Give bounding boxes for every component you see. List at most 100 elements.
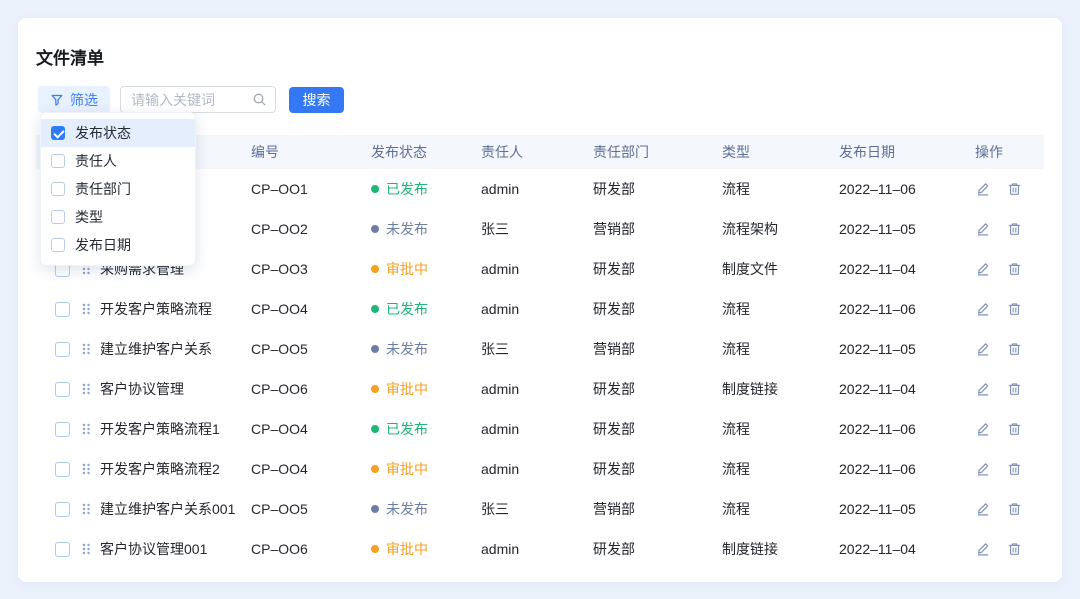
drag-handle-icon[interactable] <box>80 381 100 397</box>
edit-button[interactable] <box>975 541 991 557</box>
delete-button[interactable] <box>1007 341 1022 357</box>
file-code: CP–OO4 <box>251 421 371 437</box>
status-dot-icon <box>371 505 379 513</box>
dropdown-item[interactable]: 责任部门 <box>41 175 195 203</box>
status-dot-icon <box>371 345 379 353</box>
date-cell: 2022–11–04 <box>839 261 975 277</box>
row-checkbox[interactable] <box>55 382 70 397</box>
row-checkbox[interactable] <box>55 342 70 357</box>
file-code: CP–OO1 <box>251 181 371 197</box>
column-header-owner: 责任人 <box>481 142 593 162</box>
type-cell: 制度链接 <box>722 379 839 399</box>
owner-cell: admin <box>481 421 593 437</box>
trash-icon <box>1007 501 1022 517</box>
dropdown-checkbox[interactable] <box>51 182 65 196</box>
edit-button[interactable] <box>975 501 991 517</box>
drag-handle-icon[interactable] <box>80 541 100 557</box>
type-cell: 流程架构 <box>722 219 839 239</box>
dept-cell: 研发部 <box>593 419 722 439</box>
drag-handle-icon[interactable] <box>80 341 100 357</box>
owner-cell: admin <box>481 181 593 197</box>
delete-button[interactable] <box>1007 541 1022 557</box>
dept-cell: 研发部 <box>593 299 722 319</box>
row-checkbox[interactable] <box>55 462 70 477</box>
delete-button[interactable] <box>1007 261 1022 277</box>
filter-button[interactable]: 筛选 <box>38 86 110 113</box>
dropdown-item[interactable]: 发布日期 <box>41 231 195 259</box>
status-dot-icon <box>371 425 379 433</box>
date-cell: 2022–11–06 <box>839 421 975 437</box>
edit-button[interactable] <box>975 381 991 397</box>
row-checkbox[interactable] <box>55 302 70 317</box>
pencil-icon <box>975 301 991 317</box>
status-badge: 未发布 <box>371 339 481 359</box>
dept-cell: 研发部 <box>593 179 722 199</box>
filter-dropdown: 发布状态 责任人 责任部门 类型 发布日期 <box>40 112 196 266</box>
dropdown-checkbox[interactable] <box>51 210 65 224</box>
row-checkbox[interactable] <box>55 542 70 557</box>
pencil-icon <box>975 501 991 517</box>
owner-cell: 张三 <box>481 219 593 239</box>
type-cell: 流程 <box>722 499 839 519</box>
pencil-icon <box>975 181 991 197</box>
status-dot-icon <box>371 545 379 553</box>
status-label: 未发布 <box>386 499 428 519</box>
delete-button[interactable] <box>1007 421 1022 437</box>
dept-cell: 营销部 <box>593 219 722 239</box>
status-dot-icon <box>371 305 379 313</box>
edit-button[interactable] <box>975 261 991 277</box>
drag-handle-icon[interactable] <box>80 421 100 437</box>
drag-handle-icon[interactable] <box>80 461 100 477</box>
file-code: CP–OO3 <box>251 261 371 277</box>
status-badge: 已发布 <box>371 419 481 439</box>
edit-button[interactable] <box>975 301 991 317</box>
status-label: 已发布 <box>386 419 428 439</box>
dept-cell: 研发部 <box>593 259 722 279</box>
dropdown-item[interactable]: 责任人 <box>41 147 195 175</box>
edit-button[interactable] <box>975 181 991 197</box>
dropdown-checkbox[interactable] <box>51 126 65 140</box>
trash-icon <box>1007 421 1022 437</box>
search-button[interactable]: 搜索 <box>289 87 344 113</box>
trash-icon <box>1007 181 1022 197</box>
dropdown-item-label: 类型 <box>75 207 103 227</box>
search-icon <box>252 92 267 107</box>
pencil-icon <box>975 461 991 477</box>
table-row: 建立维护客户关系001 CP–OO5 未发布 张三 营销部 流程 2022–11… <box>36 489 1044 529</box>
edit-button[interactable] <box>975 421 991 437</box>
dropdown-checkbox[interactable] <box>51 154 65 168</box>
delete-button[interactable] <box>1007 301 1022 317</box>
column-header-type: 类型 <box>722 142 839 162</box>
status-dot-icon <box>371 265 379 273</box>
table-row: 建立维护客户关系 CP–OO5 未发布 张三 营销部 流程 2022–11–05 <box>36 329 1044 369</box>
delete-button[interactable] <box>1007 461 1022 477</box>
owner-cell: 张三 <box>481 499 593 519</box>
file-name: 开发客户策略流程1 <box>100 419 251 439</box>
row-checkbox[interactable] <box>55 422 70 437</box>
dropdown-checkbox[interactable] <box>51 238 65 252</box>
owner-cell: 张三 <box>481 339 593 359</box>
status-dot-icon <box>371 385 379 393</box>
delete-button[interactable] <box>1007 381 1022 397</box>
dropdown-item[interactable]: 类型 <box>41 203 195 231</box>
delete-button[interactable] <box>1007 181 1022 197</box>
edit-button[interactable] <box>975 221 991 237</box>
status-badge: 审批中 <box>371 379 481 399</box>
delete-button[interactable] <box>1007 501 1022 517</box>
page-title: 文件清单 <box>36 44 1044 69</box>
drag-handle-icon[interactable] <box>80 501 100 517</box>
drag-handle-icon[interactable] <box>80 301 100 317</box>
search-input[interactable] <box>131 92 252 108</box>
edit-button[interactable] <box>975 461 991 477</box>
status-label: 审批中 <box>386 379 428 399</box>
column-header-code: 编号 <box>251 142 371 162</box>
date-cell: 2022–11–06 <box>839 461 975 477</box>
row-checkbox[interactable] <box>55 502 70 517</box>
status-label: 审批中 <box>386 259 428 279</box>
table-row: 客户协议管理 CP–OO6 审批中 admin 研发部 制度链接 2022–11… <box>36 369 1044 409</box>
dropdown-item[interactable]: 发布状态 <box>41 119 195 147</box>
delete-button[interactable] <box>1007 221 1022 237</box>
date-cell: 2022–11–06 <box>839 181 975 197</box>
edit-button[interactable] <box>975 341 991 357</box>
dept-cell: 营销部 <box>593 499 722 519</box>
